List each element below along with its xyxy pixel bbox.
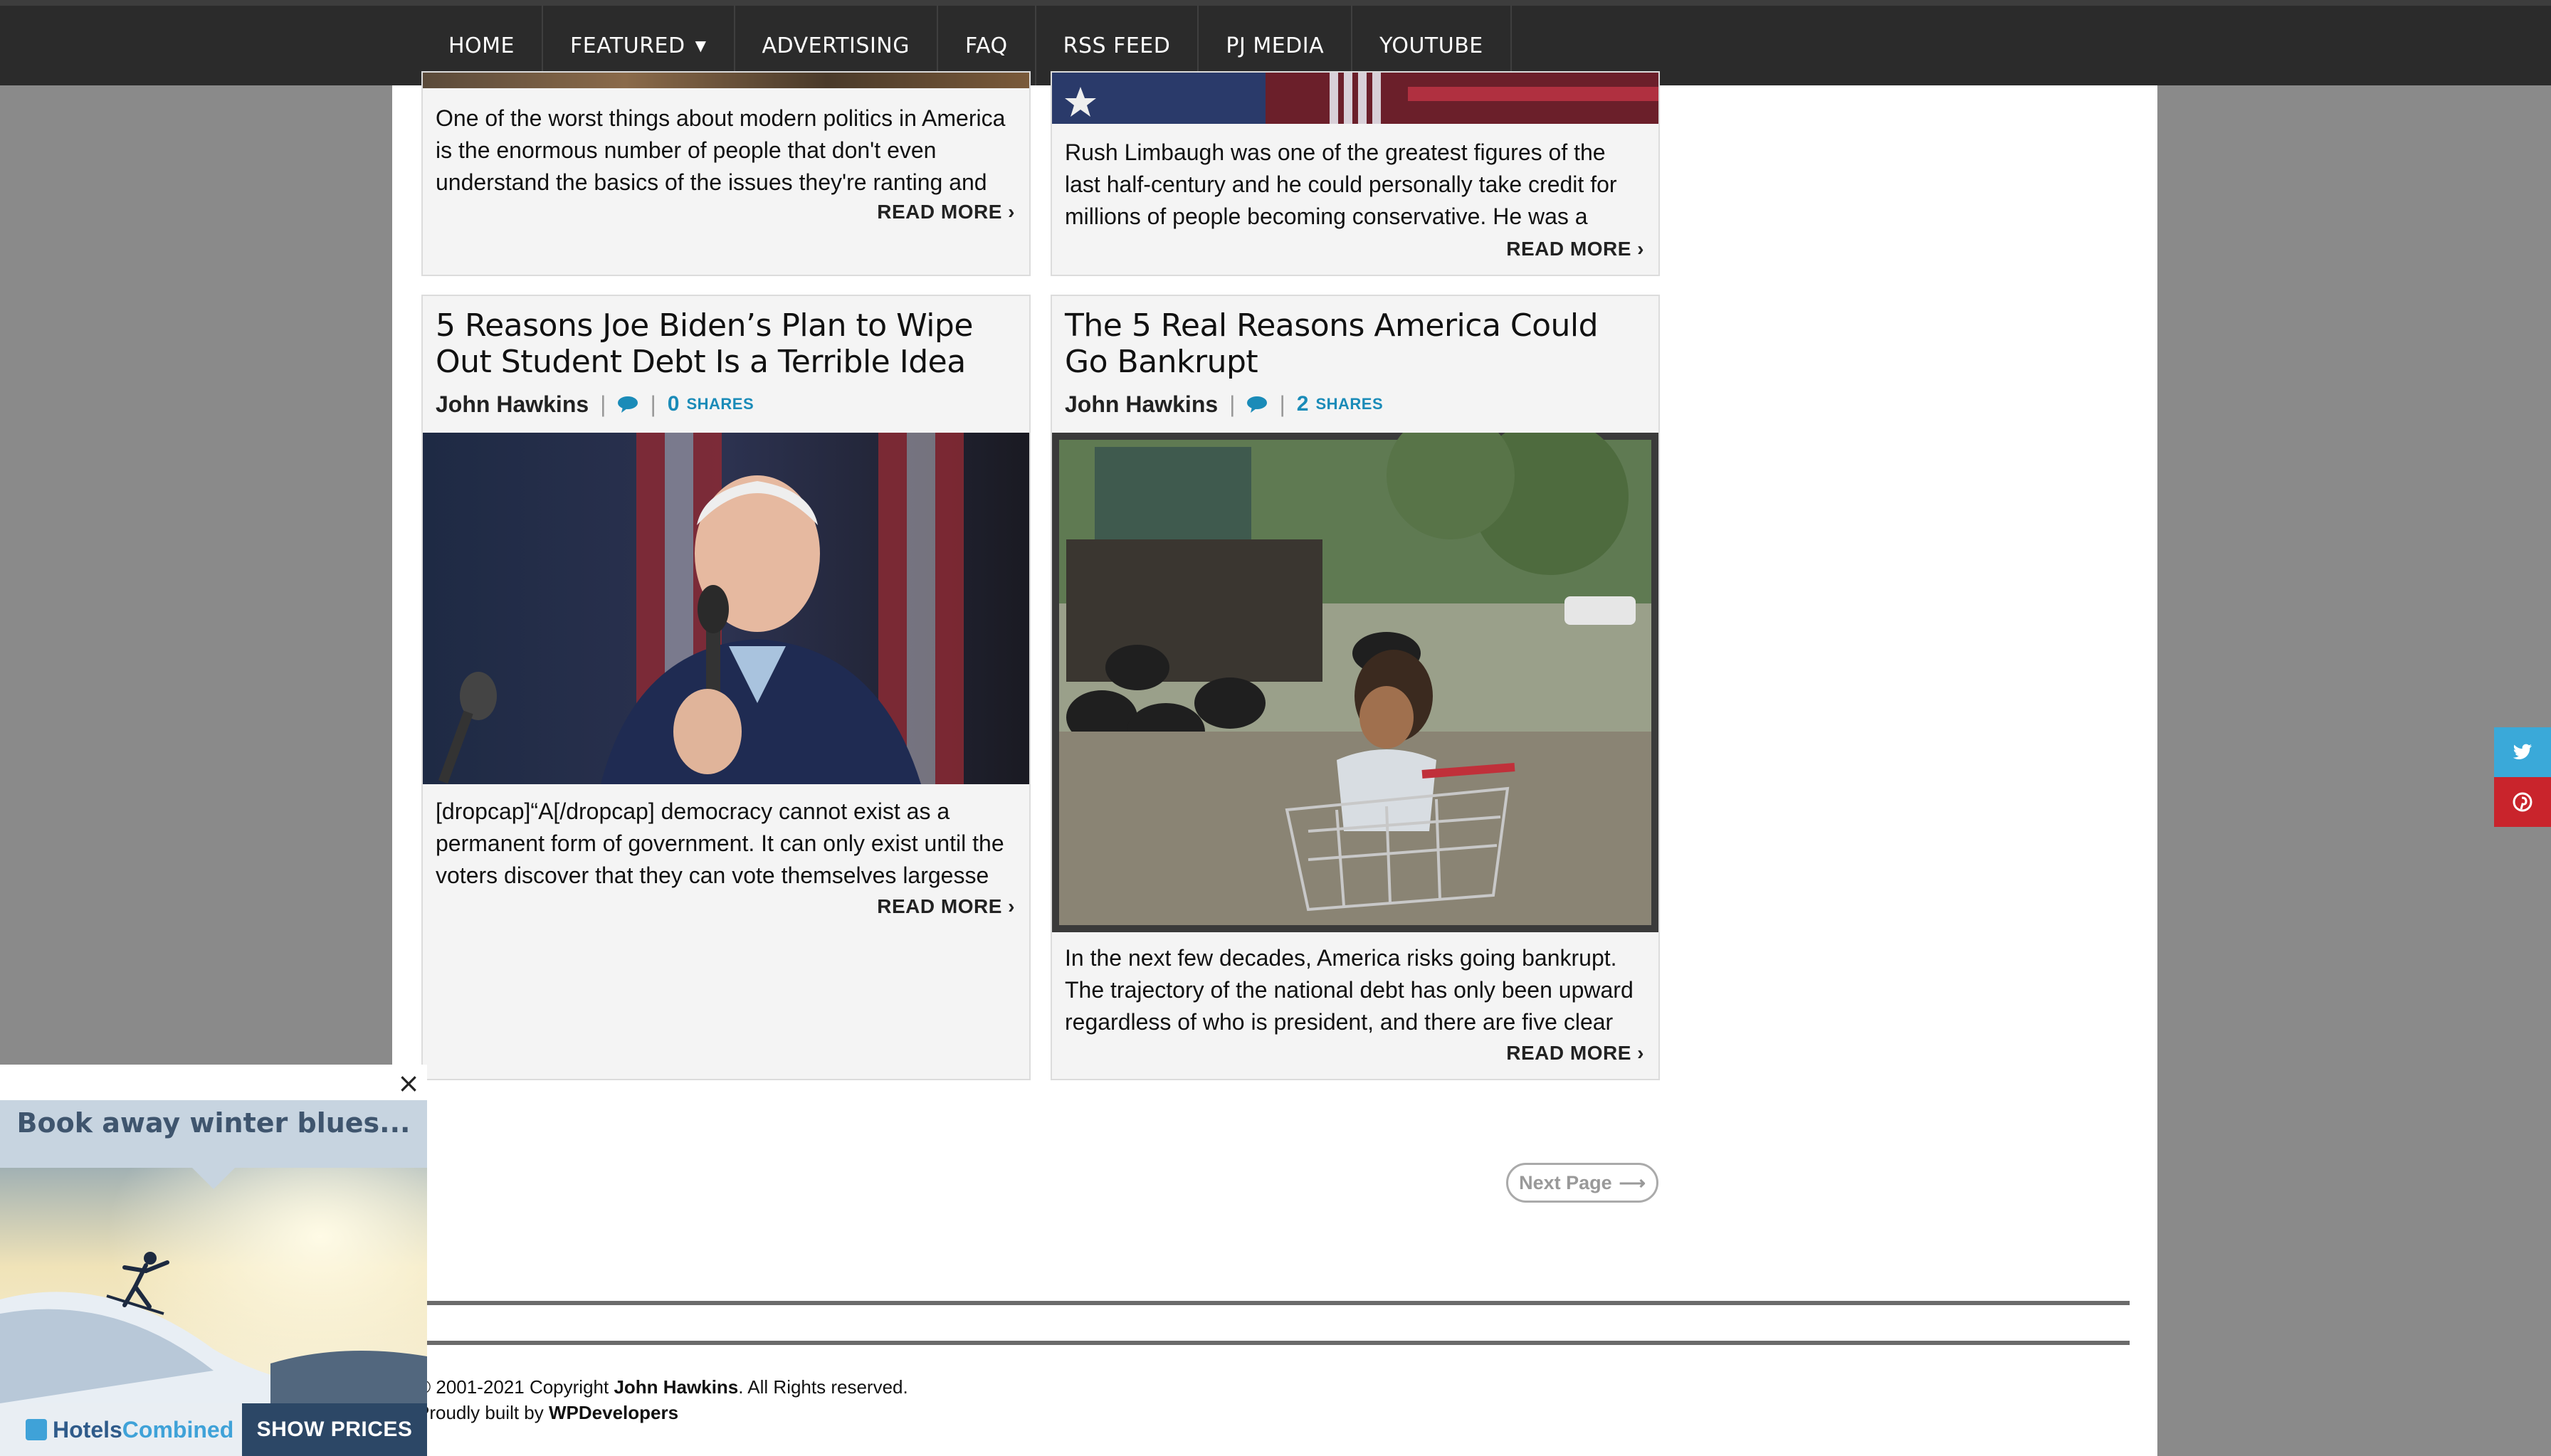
chevron-right-icon: › xyxy=(1008,201,1015,223)
footer-divider xyxy=(424,1301,2130,1305)
nav-label: PJ MEDIA xyxy=(1226,33,1325,58)
article-meta: John Hawkins | | 0 SHARES xyxy=(436,390,754,418)
chevron-right-icon: › xyxy=(1637,1042,1644,1064)
brand-part1: Hotels xyxy=(53,1416,122,1442)
read-more-label: READ MORE xyxy=(1506,1042,1631,1064)
copyright-suffix: . All Rights reserved. xyxy=(738,1376,908,1398)
author-link[interactable]: John Hawkins xyxy=(436,391,589,418)
hotelscombined-logo[interactable]: Hotels Combined xyxy=(0,1403,242,1456)
close-icon[interactable]: × xyxy=(397,1067,420,1099)
share-count: 0 xyxy=(667,392,680,416)
comment-icon[interactable] xyxy=(1246,396,1268,413)
article-image[interactable] xyxy=(1052,433,1658,932)
author-link[interactable]: John Hawkins xyxy=(1065,391,1218,418)
copyright-text: © 2001-2021 Copyright John Hawkins. All … xyxy=(417,1376,908,1398)
biden-photo xyxy=(423,433,1029,784)
article-card: The 5 Real Reasons America Could Go Bank… xyxy=(1051,295,1660,1080)
article-excerpt: In the next few decades, America risks g… xyxy=(1065,945,1634,1035)
nav-label: FAQ xyxy=(965,33,1008,58)
meta-separator: | xyxy=(600,391,606,417)
meta-separator: | xyxy=(650,391,656,417)
read-more-link[interactable]: READ MORE › xyxy=(877,895,1015,918)
footer-divider xyxy=(424,1341,2130,1345)
pinterest-share-button[interactable] xyxy=(2494,777,2551,827)
share-count: 2 xyxy=(1296,392,1309,416)
article-excerpt: [dropcap]“A[/dropcap] democracy cannot e… xyxy=(436,798,1004,888)
nav-label: YOUTUBE xyxy=(1379,33,1483,58)
read-more-label: READ MORE xyxy=(877,895,1002,917)
read-more-link[interactable]: READ MORE › xyxy=(1506,238,1644,260)
twitter-share-button[interactable] xyxy=(2494,727,2551,777)
copyright-prefix: © 2001-2021 Copyright xyxy=(417,1376,614,1398)
article-card: 5 Reasons Joe Biden’s Plan to Wipe Out S… xyxy=(421,295,1031,1080)
nav-label: RSS FEED xyxy=(1063,33,1171,58)
built-by-link[interactable]: WPDevelopers xyxy=(549,1402,678,1423)
built-by-text: Proudly built by WPDevelopers xyxy=(417,1402,678,1424)
arrow-right-icon: ⟶ xyxy=(1619,1171,1646,1193)
meta-separator: | xyxy=(1279,391,1285,417)
share-label: SHARES xyxy=(1315,395,1384,413)
hotel-icon xyxy=(26,1419,47,1440)
chevron-right-icon: › xyxy=(1008,895,1015,917)
chevron-right-icon: › xyxy=(1637,238,1644,260)
article-image[interactable] xyxy=(423,433,1029,784)
next-page-label: Next Page xyxy=(1519,1171,1612,1193)
flag-photo xyxy=(1052,73,1658,124)
read-more-label: READ MORE xyxy=(1506,238,1631,260)
article-title[interactable]: 5 Reasons Joe Biden’s Plan to Wipe Out S… xyxy=(436,307,1016,380)
read-more-link[interactable]: READ MORE › xyxy=(1506,1042,1644,1065)
article-excerpt: Rush Limbaugh was one of the greatest fi… xyxy=(1065,139,1617,229)
copyright-owner-link[interactable]: John Hawkins xyxy=(614,1376,738,1398)
ad-skier-image[interactable] xyxy=(0,1100,427,1403)
show-prices-button[interactable]: SHOW PRICES xyxy=(242,1403,427,1456)
ad-footer-bar[interactable]: Hotels Combined SHOW PRICES xyxy=(0,1403,427,1456)
nav-label: HOME xyxy=(448,33,515,58)
nav-label: FEATURED xyxy=(570,33,685,58)
comment-icon[interactable] xyxy=(617,396,638,413)
article-thumbnail[interactable] xyxy=(1052,73,1658,124)
nav-label: ADVERTISING xyxy=(762,33,910,58)
article-excerpt: One of the worst things about modern pol… xyxy=(436,105,1006,195)
child-in-cart-photo xyxy=(1059,433,1651,925)
brand-part2: Combined xyxy=(122,1416,234,1442)
article-title[interactable]: The 5 Real Reasons America Could Go Bank… xyxy=(1065,307,1646,380)
share-label: SHARES xyxy=(686,395,754,413)
article-thumbnail[interactable] xyxy=(423,73,1029,88)
article-card: One of the worst things about modern pol… xyxy=(421,71,1031,276)
read-more-label: READ MORE xyxy=(877,201,1002,223)
ad-headline: Book away winter blues... xyxy=(16,1107,411,1139)
article-meta: John Hawkins | | 2 SHARES xyxy=(1065,390,1383,418)
twitter-icon xyxy=(2513,744,2532,759)
skier-scene xyxy=(0,1100,427,1403)
next-page-button[interactable]: Next Page ⟶ xyxy=(1506,1163,1658,1203)
floating-ad[interactable]: × Book away winter blues... Hotels Combi… xyxy=(0,1065,427,1456)
read-more-link[interactable]: READ MORE › xyxy=(877,201,1015,223)
caret-down-icon: ▼ xyxy=(695,37,707,54)
meta-separator: | xyxy=(1229,391,1236,417)
pinterest-icon xyxy=(2513,792,2532,812)
article-card: Rush Limbaugh was one of the greatest fi… xyxy=(1051,71,1660,276)
built-prefix: Proudly built by xyxy=(417,1402,549,1423)
